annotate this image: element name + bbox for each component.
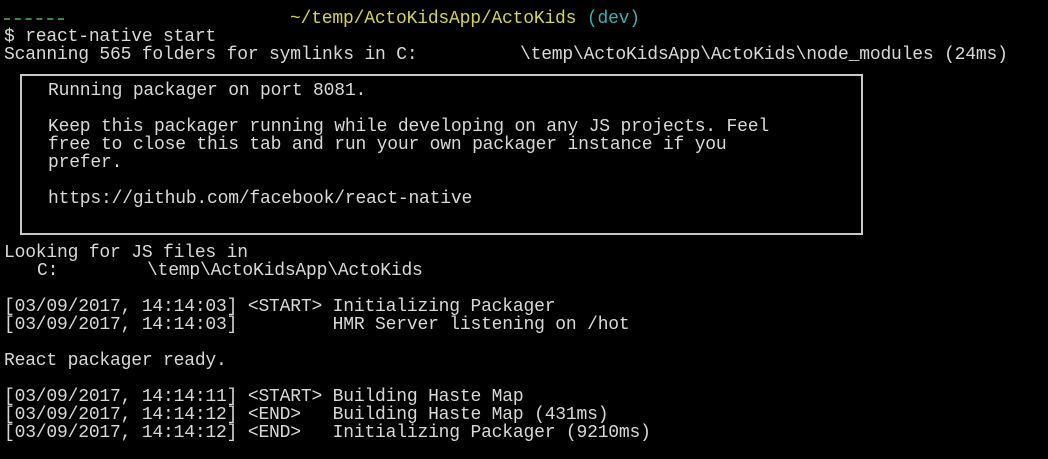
banner-free-line: free to close this tab and run your own …: [48, 135, 727, 155]
banner-url[interactable]: https://github.com/facebook/react-native: [48, 190, 472, 208]
scanning-path: \temp\ActoKidsApp\ActoKids\node_modules …: [520, 45, 1008, 65]
redacted-user-host: [4, 18, 64, 22]
banner-prefer-line: prefer.: [48, 153, 123, 173]
scanning-line: Scanning 565 folders for symlinks in C: \…: [4, 45, 1008, 65]
looking-path: \temp\ActoKidsApp\ActoKids: [147, 261, 423, 281]
looking-line: Looking for JS files in: [4, 243, 248, 263]
prompt-branch: (dev): [586, 9, 640, 29]
log-line: [03/09/2017, 14:14:03] HMR Server listen…: [4, 315, 630, 335]
log-line: [03/09/2017, 14:14:11] <START> Building …: [4, 387, 524, 407]
log-line: [03/09/2017, 14:14:12] <END> Initializin…: [4, 423, 651, 443]
scanning-prefix: Scanning 565 folders for symlinks in C:: [4, 45, 418, 65]
banner-keep-line: Keep this packager running while develop…: [48, 117, 769, 137]
log-line: [03/09/2017, 14:14:03] <START> Initializ…: [4, 297, 556, 317]
looking-drive: C:: [37, 261, 59, 281]
prompt-line: ~/temp/ActoKidsApp/ActoKids (dev): [290, 10, 640, 28]
command-line: $ react-native start: [4, 27, 217, 47]
prompt-path: ~/temp/ActoKidsApp/ActoKids: [290, 9, 577, 29]
ready-line: React packager ready.: [4, 351, 227, 371]
banner-port-line: Running packager on port 8081.: [48, 81, 367, 101]
log-line: [03/09/2017, 14:14:12] <END> Building Ha…: [4, 405, 609, 425]
